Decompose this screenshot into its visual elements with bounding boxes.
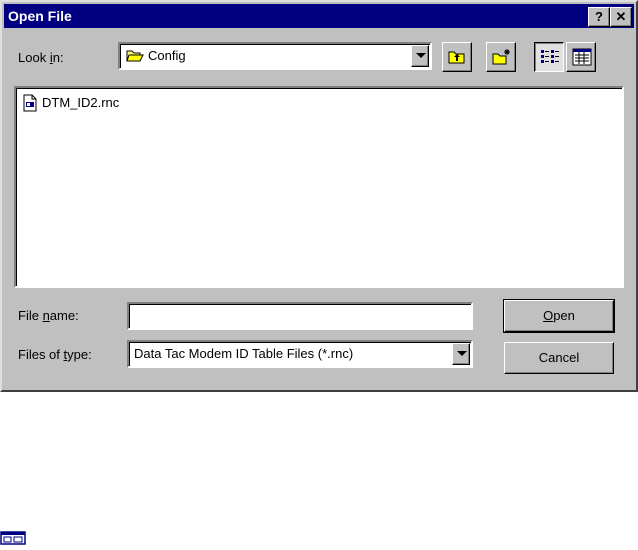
- look-in-label: Look in:: [18, 50, 64, 65]
- up-folder-icon: [448, 51, 465, 64]
- cancel-button[interactable]: Cancel: [504, 342, 614, 374]
- file-name-field-wrap: [127, 302, 473, 330]
- look-in-dropdown-button[interactable]: [411, 45, 429, 67]
- file-type-label: Files of type:: [18, 347, 92, 362]
- close-button[interactable]: ✕: [610, 7, 632, 27]
- help-button[interactable]: ?: [588, 7, 610, 27]
- look-in-value: Config: [148, 48, 186, 63]
- window-list-icon[interactable]: [0, 530, 26, 546]
- file-name-text: DTM_ID2.rnc: [42, 95, 120, 110]
- list-view-icon: [541, 50, 559, 63]
- details-view-button[interactable]: [566, 42, 596, 72]
- folder-open-icon: [126, 50, 144, 62]
- close-icon: ✕: [615, 9, 627, 24]
- window-title: Open File: [8, 8, 72, 24]
- file-list[interactable]: DTM_ID2.rnc: [14, 86, 624, 288]
- file-type-combo[interactable]: Data Tac Modem ID Table Files (*.rnc): [127, 340, 473, 368]
- list-view-button[interactable]: [534, 42, 564, 72]
- title-bar[interactable]: Open File ? ✕: [4, 4, 634, 28]
- new-folder-icon: [492, 49, 510, 65]
- look-in-combo[interactable]: Config: [118, 42, 432, 70]
- open-file-dialog: Open File ? ✕ Look in: Config DTM_ID2.rn…: [0, 0, 638, 392]
- file-name-label: File name:: [18, 308, 79, 323]
- file-name-field[interactable]: [129, 304, 471, 328]
- file-type-dropdown-button[interactable]: [452, 343, 470, 365]
- open-button[interactable]: Open: [503, 299, 615, 333]
- file-type-value: Data Tac Modem ID Table Files (*.rnc): [134, 346, 354, 361]
- document-icon: [23, 94, 37, 112]
- create-new-folder-button[interactable]: [486, 42, 516, 72]
- details-view-icon: [572, 48, 592, 66]
- up-one-level-button[interactable]: [442, 42, 472, 72]
